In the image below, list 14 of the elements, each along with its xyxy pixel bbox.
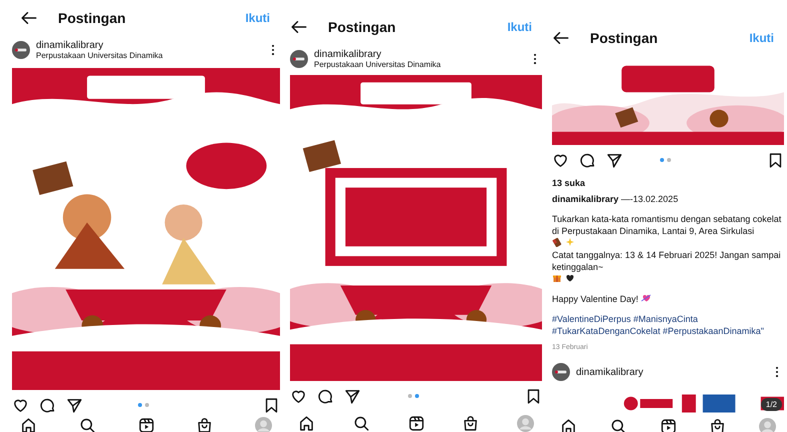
account-name[interactable]: dinamikalibrary [36,40,260,51]
account-name[interactable]: dinamikalibrary [314,49,522,60]
location-link[interactable]: Perpustakaan Universitas Dinamika [314,60,522,69]
account-name[interactable]: dinamikalibrary [576,366,764,378]
post-byline: dinamikalibrary —-13.02.2025 [552,193,680,205]
like-count[interactable]: 13 suka [552,177,784,189]
location-link[interactable]: Perpustakaan Universitas Dinamika [36,51,260,60]
caption-text: Tukarkan kata-kata romantismu dengan sebatang cokelat di Perpustakaan Dinamika, Lantai 9, Area Sirkulasi [552,213,782,237]
page-title: Postingan [58,10,127,26]
caption-text: Catat tanggalnya: 13 & 14 Februari 2025! Jangan sampai ketinggalan~ [552,249,782,273]
page-title: Postingan [590,30,659,46]
caption-text: Happy Valentine Day! [552,293,638,305]
page-title: Postingan [328,19,397,35]
hashtag-links[interactable]: #ValentineDiPerpus #ManisnyaCinta #TukarKataDenganCokelat #PerpustakaanDinamika" [552,313,784,337]
